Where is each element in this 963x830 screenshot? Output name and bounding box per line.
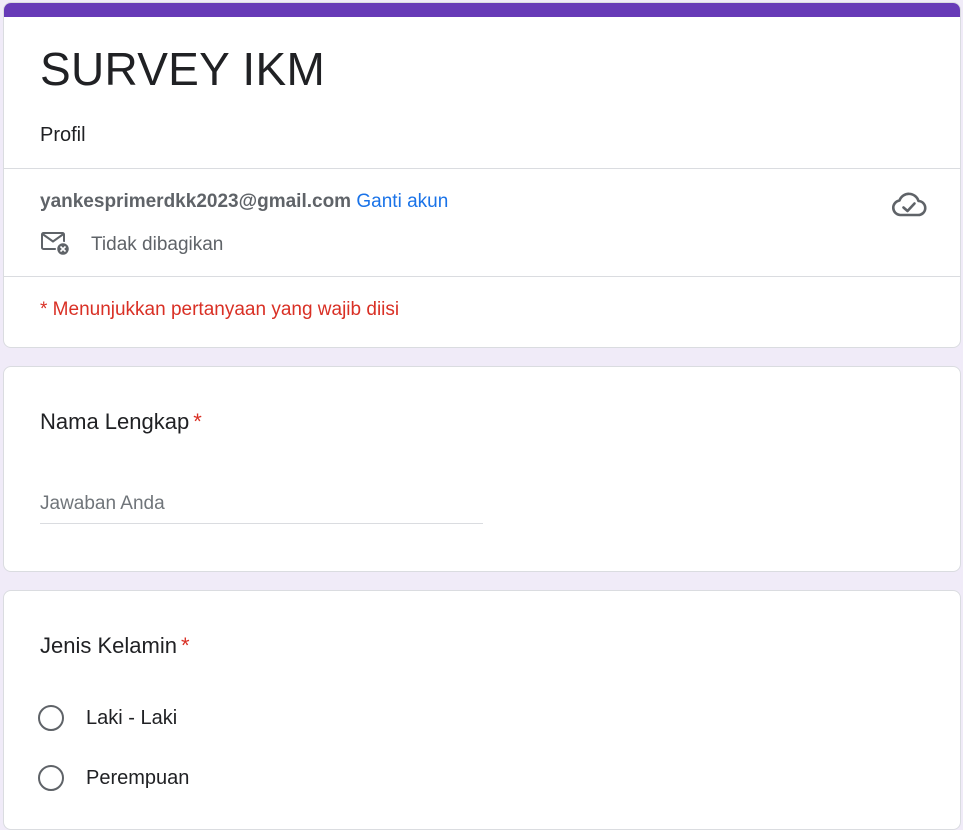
radio-label: Laki - Laki [86, 706, 178, 729]
form-header-card: SURVEY IKM Profil yankesprimerdkk2023@gm… [3, 2, 961, 348]
form-description: Profil [40, 124, 86, 146]
switch-account-link[interactable]: Ganti akun [356, 191, 448, 212]
account-divider [4, 276, 960, 277]
radio-label: Perempuan [86, 766, 190, 789]
required-note: * Menunjukkan pertanyaan yang wajib diis… [40, 299, 400, 320]
question-title-text: Nama Lengkap [40, 409, 190, 434]
header-divider [4, 168, 960, 169]
not-shared-label: Tidak dibagikan [91, 234, 224, 255]
question-card-nama-lengkap: Nama Lengkap * [3, 366, 961, 572]
question-card-jenis-kelamin: Jenis Kelamin * Laki - Laki Perempuan [3, 590, 961, 830]
question-title-text: Jenis Kelamin [40, 633, 177, 658]
not-shared-row: Tidak dibagikan [40, 231, 223, 259]
required-asterisk: * [193, 409, 202, 434]
radio-option-laki-laki[interactable]: Laki - Laki [38, 700, 177, 736]
account-row: yankesprimerdkk2023@gmail.com Ganti akun [40, 189, 448, 215]
required-asterisk: * [180, 633, 190, 658]
radio-option-perempuan[interactable]: Perempuan [38, 760, 189, 796]
answer-input[interactable] [40, 485, 483, 523]
answer-field-wrap [40, 485, 483, 524]
account-email: yankesprimerdkk2023@gmail.com [40, 191, 352, 212]
accent-bar [4, 3, 960, 17]
question-title: Nama Lengkap * [40, 407, 202, 437]
radio-button[interactable] [38, 765, 64, 791]
radio-button[interactable] [38, 705, 64, 731]
question-title: Jenis Kelamin * [40, 631, 190, 661]
mail-not-shared-icon [40, 230, 71, 261]
cloud-done-icon[interactable] [889, 187, 929, 223]
form-title: SURVEY IKM [40, 43, 326, 95]
